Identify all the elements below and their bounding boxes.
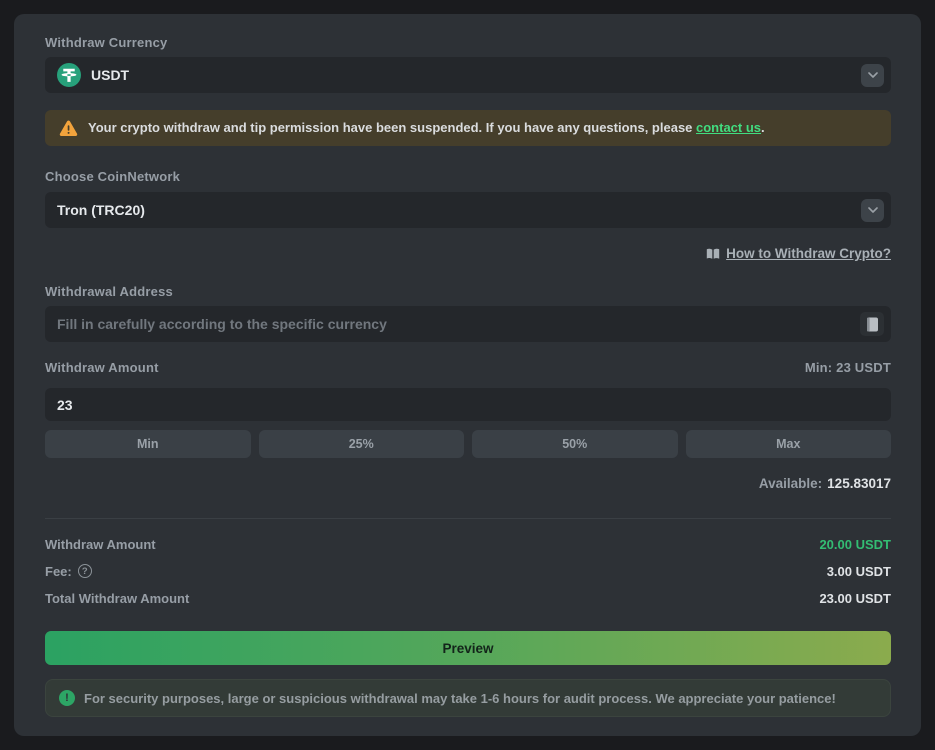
- amount-label-row: Withdraw Amount Min: 23 USDT: [45, 361, 891, 375]
- book-icon: [706, 248, 720, 260]
- min-button[interactable]: Min: [45, 430, 251, 458]
- currency-dropdown-button[interactable]: [861, 64, 884, 87]
- tether-icon: [57, 63, 81, 87]
- available-balance-row: Available: 125.83017: [45, 476, 891, 491]
- contact-us-link[interactable]: contact us: [696, 120, 761, 135]
- paste-icon: [866, 317, 879, 332]
- currency-select[interactable]: USDT: [45, 57, 891, 93]
- security-info-banner: ! For security purposes, large or suspic…: [45, 679, 891, 717]
- warning-text: Your crypto withdraw and tip permission …: [88, 121, 765, 135]
- available-value: 125.83017: [827, 476, 891, 491]
- withdraw-amount-label: Withdraw Amount: [45, 361, 159, 375]
- max-button[interactable]: Max: [686, 430, 892, 458]
- suspension-warning-banner: Your crypto withdraw and tip permission …: [45, 110, 891, 146]
- summary-withdraw-amount-label: Withdraw Amount: [45, 537, 156, 552]
- network-select[interactable]: Tron (TRC20): [45, 192, 891, 228]
- withdrawal-address-label: Withdrawal Address: [45, 285, 891, 299]
- summary-withdraw-amount-value: 20.00 USDT: [819, 537, 891, 552]
- withdraw-currency-label: Withdraw Currency: [45, 36, 891, 50]
- withdrawal-address-field[interactable]: [45, 306, 891, 342]
- how-to-withdraw-label: How to Withdraw Crypto?: [726, 246, 891, 261]
- summary-section: Withdraw Amount 20.00 USDT Fee: ? 3.00 U…: [45, 537, 891, 605]
- withdrawal-address-input[interactable]: [57, 316, 860, 332]
- preview-button[interactable]: Preview: [45, 631, 891, 665]
- chevron-down-icon: [868, 207, 878, 213]
- info-icon: !: [59, 690, 75, 706]
- network-dropdown-button[interactable]: [861, 199, 884, 222]
- summary-fee-value: 3.00 USDT: [827, 564, 891, 579]
- summary-row-total: Total Withdraw Amount 23.00 USDT: [45, 591, 891, 605]
- quick-amount-row: Min 25% 50% Max: [45, 430, 891, 458]
- summary-fee-label: Fee: ?: [45, 564, 92, 579]
- summary-row-withdraw-amount: Withdraw Amount 20.00 USDT: [45, 537, 891, 551]
- summary-total-value: 23.00 USDT: [819, 591, 891, 606]
- withdraw-amount-input[interactable]: [45, 388, 891, 421]
- how-to-withdraw-link[interactable]: How to Withdraw Crypto?: [706, 246, 891, 261]
- summary-row-fee: Fee: ? 3.00 USDT: [45, 564, 891, 578]
- currency-selected-value: USDT: [91, 67, 861, 83]
- half-button[interactable]: 50%: [472, 430, 678, 458]
- help-row: How to Withdraw Crypto?: [45, 246, 891, 261]
- coin-network-label: Choose CoinNetwork: [45, 170, 891, 184]
- paste-button[interactable]: [860, 312, 884, 336]
- quarter-button[interactable]: 25%: [259, 430, 465, 458]
- chevron-down-icon: [868, 72, 878, 78]
- fee-question-icon[interactable]: ?: [78, 564, 92, 578]
- divider: [45, 518, 891, 519]
- min-amount-label: Min: 23 USDT: [805, 361, 891, 375]
- network-selected-value: Tron (TRC20): [57, 202, 861, 218]
- withdraw-panel: Withdraw Currency USDT Your crypto withd…: [14, 14, 921, 736]
- available-label: Available:: [759, 476, 822, 491]
- summary-total-label: Total Withdraw Amount: [45, 591, 189, 606]
- security-info-text: For security purposes, large or suspicio…: [84, 691, 836, 706]
- warning-icon: [59, 120, 78, 137]
